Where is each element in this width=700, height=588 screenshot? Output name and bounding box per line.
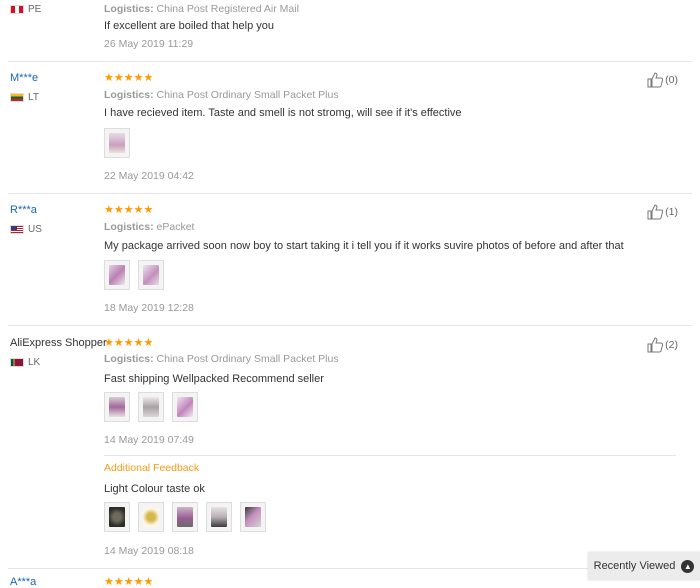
country: PE xyxy=(10,4,41,15)
logistics-info: Logistics: ePacket xyxy=(104,221,194,233)
logistics-value: China Post Registered Air Mail xyxy=(156,3,299,15)
review-photo-thumbnail[interactable] xyxy=(138,502,164,532)
logistics-info: Logistics: China Post Registered Air Mai… xyxy=(104,3,299,15)
review-photo-thumbnail[interactable] xyxy=(104,128,130,158)
recently-viewed-button[interactable]: Recently Viewed ▲ xyxy=(588,552,700,580)
review-photo-thumbnail[interactable] xyxy=(104,502,130,532)
logistics-info: Logistics: China Post Ordinary Small Pac… xyxy=(104,89,339,101)
thumbs-up-icon xyxy=(647,337,664,353)
logistics-value: China Post Ordinary Small Packet Plus xyxy=(156,353,339,365)
logistics-label: Logistics: xyxy=(104,221,154,233)
logistics-value: ePacket xyxy=(156,221,195,233)
country: US xyxy=(10,224,42,235)
helpful-button[interactable]: (1) xyxy=(647,204,678,220)
logistics-label: Logistics: xyxy=(104,89,154,101)
review-text: My package arrived soon now boy to start… xyxy=(104,240,624,252)
flag-lk-icon xyxy=(10,358,24,367)
review-photos xyxy=(104,392,198,422)
review-text: I have recieved item. Taste and smell is… xyxy=(104,107,462,119)
country: LK xyxy=(10,357,40,368)
additional-feedback-title: Additional Feedback xyxy=(104,462,200,474)
rating-stars: ★★★★★ xyxy=(104,204,154,216)
review-text: If excellent are boiled that help you xyxy=(104,20,275,32)
flag-lt-icon xyxy=(10,93,24,102)
helpful-count: (1) xyxy=(665,206,678,218)
divider xyxy=(8,193,692,194)
divider xyxy=(8,325,692,326)
chevron-up-icon: ▲ xyxy=(681,559,695,573)
review-photo-thumbnail[interactable] xyxy=(104,392,130,422)
review-photo-thumbnail[interactable] xyxy=(138,260,164,290)
review-photos xyxy=(104,260,164,290)
helpful-count: (0) xyxy=(665,74,678,86)
rating-stars: ★★★★★ xyxy=(104,72,154,84)
reviewer-name: AliExpress Shopper xyxy=(10,337,107,349)
reviewer-name[interactable]: M***e xyxy=(10,72,38,84)
review-photo-thumbnail[interactable] xyxy=(138,392,164,422)
divider xyxy=(104,455,676,456)
country-code: US xyxy=(28,224,42,235)
reviewer-name[interactable]: R***a xyxy=(10,204,37,216)
logistics-label: Logistics: xyxy=(104,353,154,365)
logistics-info: Logistics: China Post Ordinary Small Pac… xyxy=(104,353,339,365)
review-date: 22 May 2019 04:42 xyxy=(104,170,194,182)
review-photos xyxy=(104,128,130,158)
helpful-button[interactable]: (2) xyxy=(647,337,678,353)
country-code: PE xyxy=(28,4,42,15)
review-photo-thumbnail[interactable] xyxy=(172,392,198,422)
thumbs-up-icon xyxy=(647,72,664,88)
helpful-count: (2) xyxy=(665,339,678,351)
additional-feedback-date: 14 May 2019 08:18 xyxy=(104,545,194,557)
rating-stars: ★★★★★ xyxy=(104,576,154,588)
country: LT xyxy=(10,92,39,103)
logistics-label: Logistics: xyxy=(104,3,154,15)
review-date: 26 May 2019 11:29 xyxy=(104,38,194,50)
review-photo-thumbnail[interactable] xyxy=(104,260,130,290)
country-code: LK xyxy=(28,357,41,368)
flag-pe-icon xyxy=(10,5,24,14)
country-code: LT xyxy=(28,92,39,103)
flag-us-icon xyxy=(10,225,24,234)
review-photo-thumbnail[interactable] xyxy=(240,502,266,532)
additional-feedback-photos xyxy=(104,502,266,532)
review-photo-thumbnail[interactable] xyxy=(172,502,198,532)
reviewer-name[interactable]: A***a xyxy=(10,576,36,588)
logistics-value: China Post Ordinary Small Packet Plus xyxy=(156,89,339,101)
divider xyxy=(8,61,692,62)
helpful-button[interactable]: (0) xyxy=(647,72,678,88)
additional-feedback-text: Light Colour taste ok xyxy=(104,483,205,495)
thumbs-up-icon xyxy=(647,204,664,220)
review-text: Fast shipping Wellpacked Recommend selle… xyxy=(104,373,324,385)
review-date: 14 May 2019 07:49 xyxy=(104,434,194,446)
review-date: 18 May 2019 12:28 xyxy=(104,302,194,314)
review-photo-thumbnail[interactable] xyxy=(206,502,232,532)
recently-viewed-label: Recently Viewed xyxy=(593,560,676,572)
rating-stars: ★★★★★ xyxy=(104,337,154,349)
